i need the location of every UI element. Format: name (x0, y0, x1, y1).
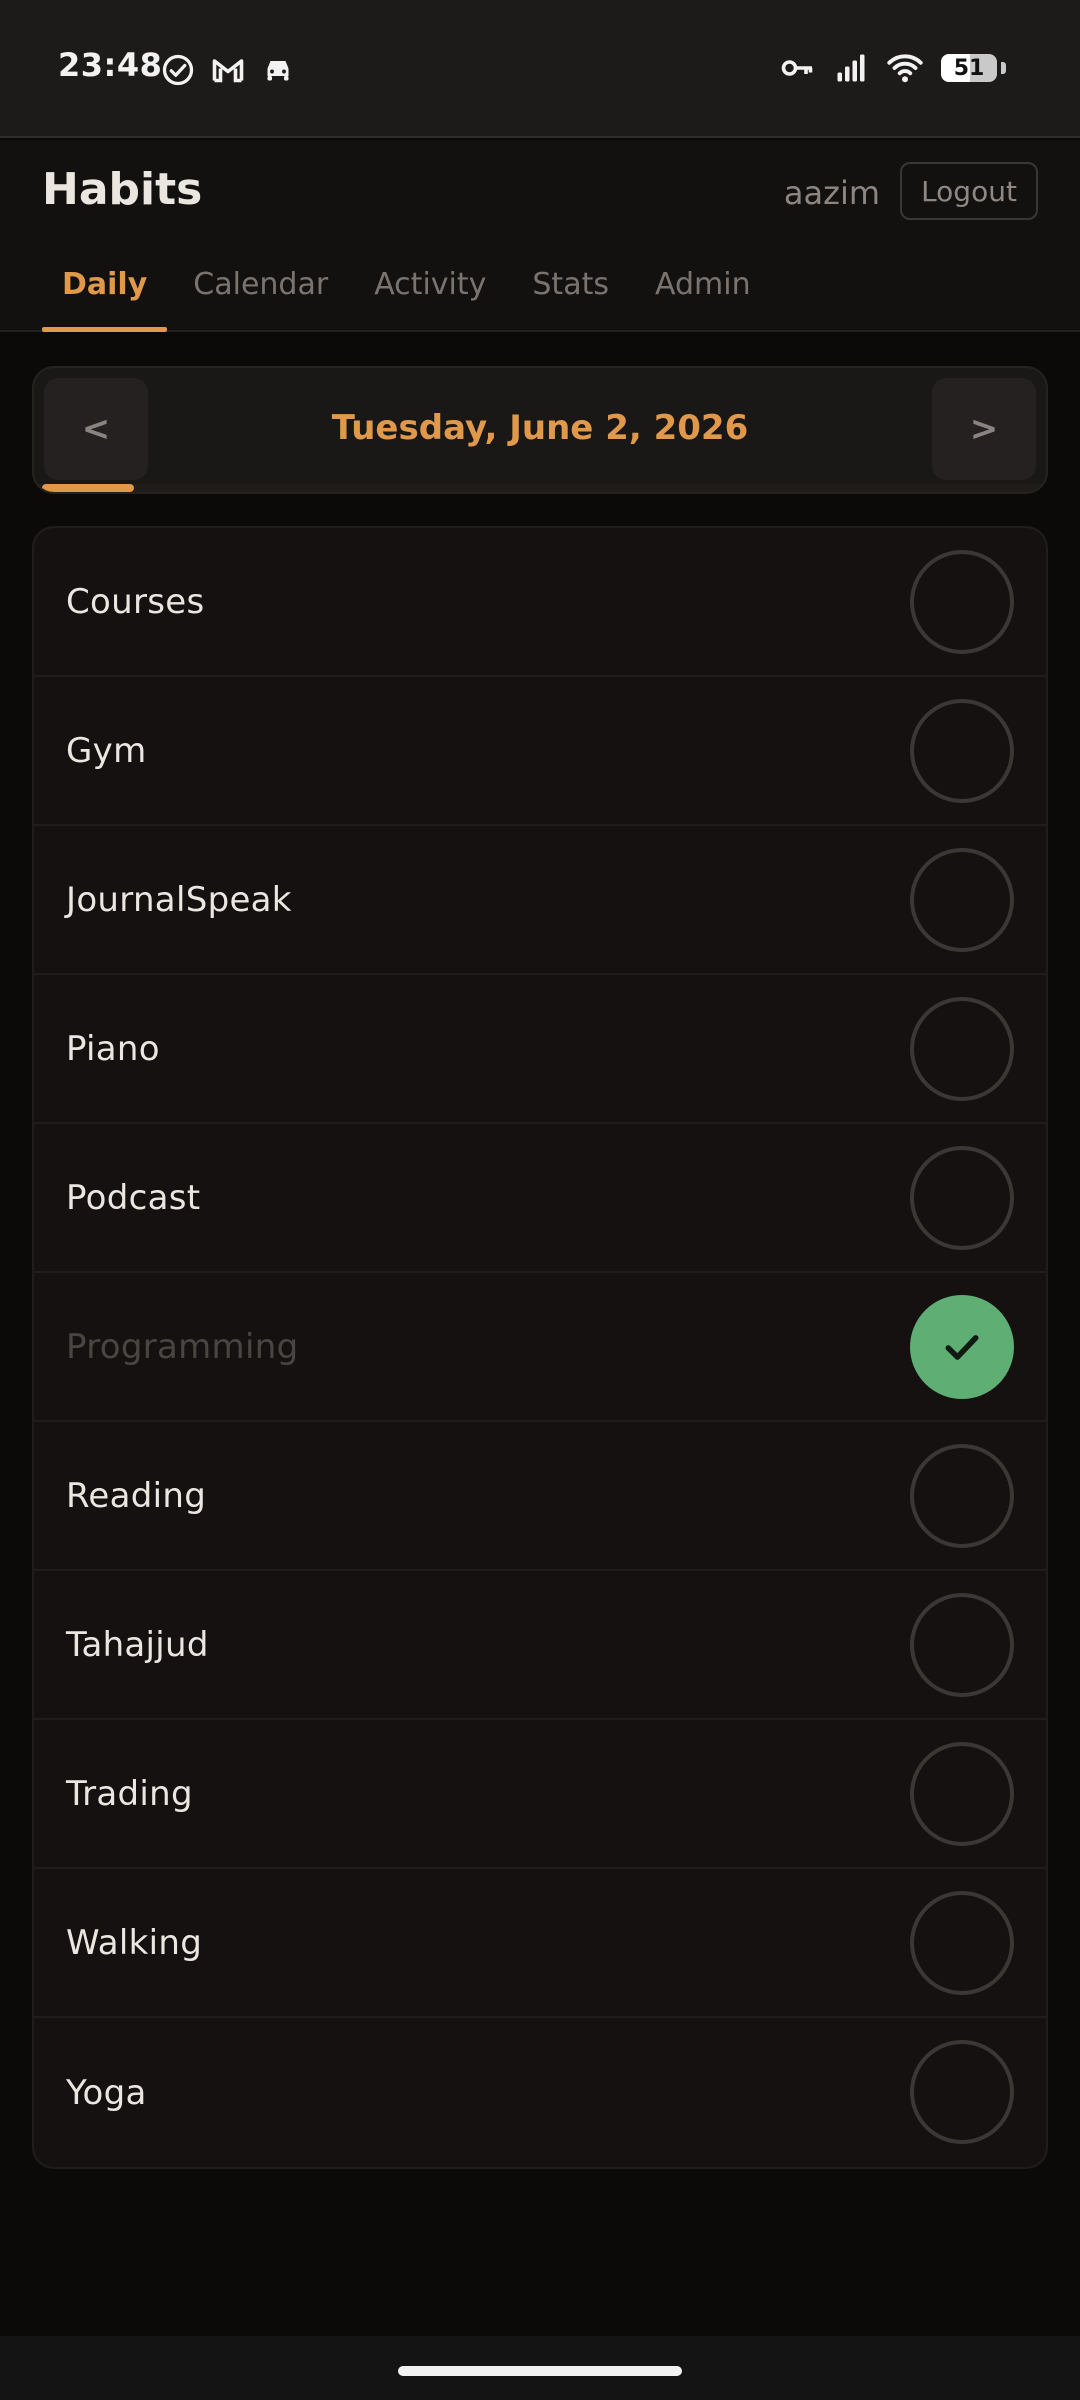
battery-level: 51 (953, 55, 985, 81)
habit-row: Piano (34, 975, 1046, 1124)
habit-checkbox[interactable] (910, 1295, 1014, 1399)
habit-name: Podcast (66, 1177, 201, 1218)
status-time: 23:48 (58, 46, 163, 84)
wifi-icon (887, 54, 923, 83)
habit-checkbox[interactable] (910, 848, 1014, 952)
signal-icon (837, 54, 865, 82)
status-bar: 23:48 51 (0, 0, 1080, 138)
habit-name: Reading (66, 1475, 207, 1516)
car-icon (267, 61, 289, 81)
habit-name: Walking (66, 1922, 203, 1963)
habit-row: Podcast (34, 1124, 1046, 1273)
habit-row: Trading (34, 1720, 1046, 1869)
habit-checkbox[interactable] (910, 699, 1014, 803)
habit-name: JournalSpeak (66, 879, 292, 920)
date-progress-track (34, 484, 1046, 492)
key-icon (781, 60, 813, 76)
habit-name: Trading (66, 1773, 193, 1814)
habit-name: Yoga (66, 2072, 147, 2113)
battery-icon: 51 (941, 54, 997, 82)
habit-checkbox[interactable] (910, 550, 1014, 654)
tab-daily[interactable]: Daily (42, 252, 168, 332)
habit-row: Programming (34, 1273, 1046, 1422)
date-progress-fill (42, 484, 134, 492)
habit-name: Programming (66, 1326, 299, 1367)
gmail-icon (212, 59, 244, 83)
previous-day-button[interactable]: < (44, 378, 148, 480)
habit-list: Courses Gym JournalSpeak Piano Podcast Progra… (32, 526, 1048, 2169)
habit-row: Courses (34, 528, 1046, 677)
habit-row: Tahajjud (34, 1571, 1046, 1720)
habit-row: Gym (34, 677, 1046, 826)
habit-checkbox[interactable] (910, 1593, 1014, 1697)
current-date: Tuesday, June 2, 2026 (331, 408, 749, 448)
habit-checkbox[interactable] (910, 1444, 1014, 1548)
habit-name: Tahajjud (66, 1624, 209, 1665)
check-circle-icon (162, 54, 194, 86)
tab-bar: Daily Calendar Activity Stats Admin (42, 252, 777, 332)
system-icons: 51 (779, 50, 1006, 86)
habit-checkbox[interactable] (910, 1742, 1014, 1846)
habit-row: Walking (34, 1869, 1046, 2018)
battery-cap (1001, 62, 1006, 74)
notification-icons (160, 52, 296, 88)
date-navigator: < Tuesday, June 2, 2026 > (32, 366, 1048, 494)
next-day-button[interactable]: > (932, 378, 1036, 480)
habit-row: Yoga (34, 2018, 1046, 2167)
app-header: Habits aazim Logout Daily Calendar Activit… (0, 140, 1080, 332)
tab-admin[interactable]: Admin (635, 252, 771, 332)
habit-checkbox[interactable] (910, 2040, 1014, 2144)
habit-name: Piano (66, 1028, 160, 1069)
habit-name: Courses (66, 581, 205, 622)
navigation-bar (0, 2336, 1080, 2400)
habit-checkbox[interactable] (910, 1891, 1014, 1995)
habit-checkbox[interactable] (910, 1146, 1014, 1250)
habit-checkbox[interactable] (910, 997, 1014, 1101)
habit-name: Gym (66, 730, 147, 771)
tab-calendar[interactable]: Calendar (173, 252, 348, 332)
habit-row: JournalSpeak (34, 826, 1046, 975)
app-title: Habits (42, 164, 203, 215)
tab-stats[interactable]: Stats (512, 252, 629, 332)
home-gesture-handle[interactable] (398, 2366, 682, 2376)
habit-row: Reading (34, 1422, 1046, 1571)
tab-activity[interactable]: Activity (354, 252, 506, 332)
logout-button[interactable]: Logout (900, 162, 1038, 220)
username: aazim (783, 174, 880, 212)
checkmark-icon (945, 1335, 979, 1360)
